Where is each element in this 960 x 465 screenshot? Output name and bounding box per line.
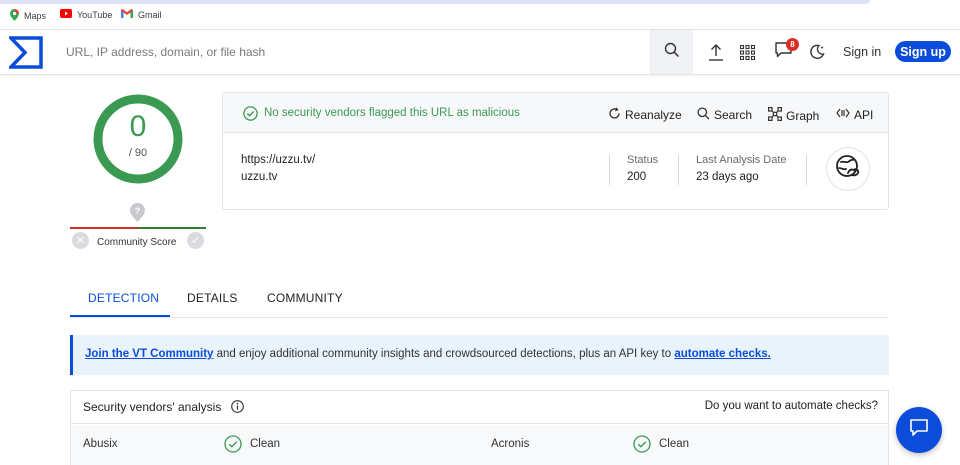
maps-pin-icon: [10, 9, 19, 23]
url-full: https://uzzu.tv/: [241, 154, 316, 166]
status-value: 200: [627, 171, 647, 183]
community-score-pin-icon: ?: [130, 203, 145, 227]
search-input[interactable]: [56, 36, 646, 68]
close-icon: ✕: [75, 235, 86, 247]
last-analysis-label: Last Analysis Date: [696, 154, 787, 166]
search-button[interactable]: [650, 30, 693, 74]
search-icon: [697, 107, 714, 123]
tab-detection[interactable]: DETECTION: [88, 291, 159, 305]
vendor-result: Clean: [250, 438, 281, 450]
refresh-icon: [608, 107, 625, 123]
bookmark-label: YouTube: [77, 9, 113, 20]
url-domain: uzzu.tv: [241, 171, 278, 183]
theme-toggle-icon[interactable]: [807, 42, 827, 62]
community-score-bar: [70, 227, 206, 229]
bookmarks-bar: Maps YouTube Gmail: [0, 0, 960, 30]
detection-total: / 90: [128, 147, 148, 159]
community-score-label: Community Score: [97, 237, 177, 248]
vendors-title: Security vendors' analysis: [83, 400, 222, 414]
sign-in-link[interactable]: Sign in: [843, 45, 881, 59]
tab-strip-edge: [0, 0, 870, 4]
bookmark-label: Gmail: [138, 9, 162, 20]
summary-card: No security vendors flagged this URL as …: [222, 92, 889, 210]
tab-community[interactable]: COMMUNITY: [267, 291, 343, 305]
globe-link-icon: [834, 153, 862, 186]
svg-text:?: ?: [135, 206, 141, 216]
graph-button[interactable]: Graph: [768, 107, 819, 124]
banner-text: and enjoy additional community insights …: [213, 348, 675, 360]
divider: [678, 155, 679, 185]
youtube-icon: [60, 9, 72, 20]
check-circle-icon: [633, 435, 651, 458]
divider: [609, 155, 610, 185]
upload-icon[interactable]: [706, 42, 726, 62]
sign-up-button[interactable]: Sign up: [895, 41, 951, 62]
join-community-link[interactable]: Join the VT Community: [85, 348, 213, 360]
active-tab-indicator: [70, 315, 170, 317]
check-circle-icon: [224, 435, 242, 458]
search-icon: [664, 42, 680, 63]
last-analysis-value: 23 days ago: [696, 171, 759, 183]
table-row: Abusix Clean Acronis Clean: [71, 425, 888, 465]
check-icon: ✓: [190, 235, 201, 247]
notifications-button[interactable]: 8: [773, 38, 799, 62]
reanalyze-button[interactable]: Reanalyze: [608, 107, 682, 123]
automate-checks-prompt[interactable]: Do you want to automate checks?: [705, 400, 878, 412]
status-label: Status: [627, 154, 659, 166]
vote-malicious-button[interactable]: ✕: [72, 232, 89, 249]
reanalyze-label: Reanalyze: [625, 108, 682, 122]
check-circle-icon: [243, 106, 258, 126]
vendors-table-header: Security vendors' analysis Do you want t…: [71, 391, 888, 424]
site-favicon: [826, 147, 870, 191]
vendor-name: Acronis: [491, 438, 530, 450]
summary-card-header: No security vendors flagged this URL as …: [223, 93, 888, 133]
gmail-icon: [121, 9, 133, 20]
notification-badge: 8: [786, 38, 799, 51]
api-button[interactable]: API: [836, 107, 873, 122]
status-message: No security vendors flagged this URL as …: [264, 107, 520, 119]
vendor-result: Clean: [659, 438, 690, 450]
divider: [806, 155, 807, 185]
chat-icon: [909, 418, 929, 442]
tab-details[interactable]: DETAILS: [187, 291, 238, 305]
result-tabs: DETECTION DETAILS COMMUNITY: [70, 280, 889, 318]
info-icon[interactable]: [231, 400, 244, 418]
vendors-analysis-table: Security vendors' analysis Do you want t…: [70, 390, 889, 465]
vendor-name: Abusix: [83, 438, 118, 450]
api-label: API: [854, 107, 874, 122]
bookmark-label: Maps: [24, 11, 47, 21]
bookmark-youtube[interactable]: YouTube: [60, 9, 112, 20]
bookmark-gmail[interactable]: Gmail: [121, 9, 162, 20]
apps-grid-icon[interactable]: [737, 42, 757, 62]
bookmark-maps[interactable]: Maps: [10, 9, 46, 23]
api-icon: [836, 107, 854, 122]
virustotal-logo[interactable]: [6, 36, 43, 69]
search-action-label: Search: [714, 108, 753, 122]
search-action-button[interactable]: Search: [697, 107, 752, 123]
graph-icon: [768, 107, 786, 124]
chat-support-button[interactable]: [896, 407, 942, 453]
vote-harmless-button[interactable]: ✓: [187, 232, 204, 249]
site-header: 8 Sign in Sign up: [0, 30, 960, 75]
detection-count: 0: [129, 110, 147, 143]
automate-checks-link[interactable]: automate checks.: [674, 348, 771, 360]
community-banner: Join the VT Community and enjoy addition…: [70, 335, 889, 375]
graph-label: Graph: [786, 108, 820, 123]
